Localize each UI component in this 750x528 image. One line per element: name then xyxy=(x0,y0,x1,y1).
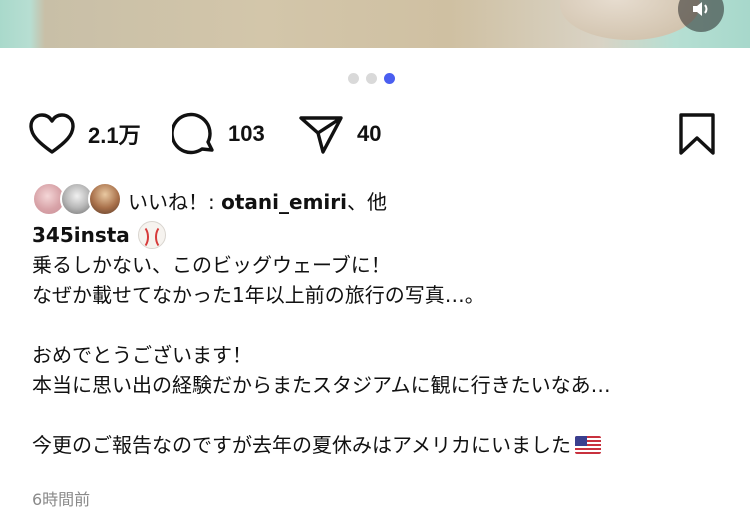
carousel-dot-active xyxy=(384,73,395,84)
comment-count: 103 xyxy=(228,121,265,146)
liked-by-suffix[interactable]: 、他 xyxy=(347,190,387,214)
liker-avatars xyxy=(32,182,124,218)
comment-button[interactable]: 103 xyxy=(172,108,265,160)
post-photo[interactable] xyxy=(0,0,750,48)
caption-line: おめでとうございます！ xyxy=(32,343,252,367)
carousel-dot xyxy=(366,73,377,84)
caption-line: なぜか載せてなかった1年以上前の旅行の写真…。 xyxy=(32,283,485,307)
comment-bubble-icon xyxy=(172,112,214,155)
heart-outline-icon xyxy=(29,113,75,154)
avatar xyxy=(88,182,122,216)
caption-author[interactable]: 345insta xyxy=(32,220,166,250)
carousel-dot xyxy=(348,73,359,84)
carousel-indicator xyxy=(348,73,395,84)
caption-line: 本当に思い出の経験だからまたスタジアムに観に行きたいなあ… xyxy=(32,373,611,397)
share-button[interactable]: 40 xyxy=(297,108,381,160)
post-caption: 345insta 乗るしかない、このビッグウェーブに！ なぜか載せてなかった1年… xyxy=(32,220,732,460)
like-button[interactable]: 2.1万 xyxy=(28,108,141,160)
save-button[interactable] xyxy=(676,108,718,160)
bookmark-icon xyxy=(679,113,715,155)
post-timestamp: 6時間前 xyxy=(32,490,91,509)
speaker-icon xyxy=(693,2,708,16)
baseball-icon xyxy=(137,221,166,249)
caption-line-last: 今更のご報告なのですが去年の夏休みはアメリカにいました xyxy=(32,430,732,460)
caption-line: 乗るしかない、このビッグウェーブに！ xyxy=(32,253,391,277)
mute-button[interactable] xyxy=(678,0,724,32)
share-count: 40 xyxy=(357,121,382,146)
action-bar: 2.1万 103 40 xyxy=(0,108,750,160)
us-flag-icon xyxy=(575,436,601,454)
caption-username[interactable]: 345insta xyxy=(32,220,130,250)
liked-by-prefix: いいね！: xyxy=(128,189,222,214)
liked-by-text: いいね！: otani_emiri、他 xyxy=(128,186,387,215)
liked-by-row[interactable]: いいね！: otani_emiri、他 xyxy=(32,182,387,218)
paper-plane-icon xyxy=(299,116,343,154)
liked-by-user[interactable]: otani_emiri xyxy=(221,190,347,214)
like-count: 2.1万 xyxy=(88,123,141,148)
caption-line: 今更のご報告なのですが去年の夏休みはアメリカにいました xyxy=(32,433,571,457)
